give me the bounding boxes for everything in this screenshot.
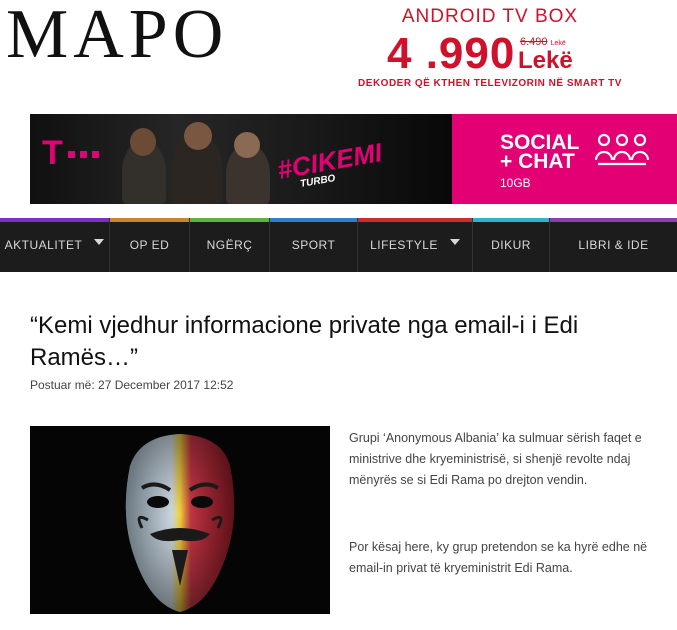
nav-item-ngerc[interactable]: NGËRÇ <box>190 218 270 272</box>
banner-offer-panel: SOCIAL + CHAT 10GB <box>452 114 677 204</box>
nav-item-label: LIFESTYLE <box>370 238 438 252</box>
nav-item-label: LIBRI & IDE <box>578 238 649 252</box>
nav-item-label: SPORT <box>291 238 336 252</box>
offer-line2: + CHAT <box>500 150 575 173</box>
nav-item-sport[interactable]: SPORT <box>270 218 358 272</box>
nav-color-bar <box>110 218 189 222</box>
nav-item-label: NGËRÇ <box>206 238 253 252</box>
ad-subtitle: DEKODER QË KTHEN TELEVIZORIN NË SMART TV <box>358 78 622 89</box>
nav-item-label: DIKUR <box>491 238 531 252</box>
offer-detail: 10GB <box>500 176 531 190</box>
chevron-down-icon <box>449 239 460 245</box>
telekom-dots-icon <box>68 145 108 158</box>
nav-color-bar <box>358 218 472 222</box>
nav-item-libri-ide[interactable]: LIBRI & IDE <box>550 218 677 272</box>
nav-color-bar <box>473 218 549 222</box>
banner-photo: T #CIKEMI TURBO <box>30 114 452 204</box>
nav-item-label: OP ED <box>129 238 170 252</box>
nav-item-op-ed[interactable]: OP ED <box>110 218 190 272</box>
nav-item-dikur[interactable]: DIKUR <box>473 218 550 272</box>
android-tv-box-ad[interactable]: ANDROID TV BOX 4 .990 6.490 Lekë Lekë DE… <box>350 6 630 89</box>
nav-color-bar <box>0 218 109 222</box>
anonymous-mask-image[interactable] <box>30 426 330 614</box>
ad-price: 4 .990 <box>387 29 516 78</box>
telekom-logo-icon: T <box>42 134 63 172</box>
banner-people-image <box>122 122 272 204</box>
article-paragraph: Grupi ‘Anonymous Albania’ ka sulmuar sër… <box>349 431 642 487</box>
article-headline: “Kemi vjedhur informacione private nga e… <box>30 312 579 371</box>
article-posted-date: Postuar më: 27 December 2017 12:52 <box>30 378 234 392</box>
ad-old-price-currency: Lekë <box>550 40 566 47</box>
mask-illustration <box>30 426 330 614</box>
nav-item-aktualitet[interactable]: AKTUALITET <box>0 218 110 272</box>
ad-title: ANDROID TV BOX <box>401 6 579 27</box>
site-logo[interactable]: MAPO <box>6 0 228 70</box>
nav-color-bar <box>270 218 357 222</box>
chevron-down-icon <box>94 239 105 245</box>
nav-color-bar <box>190 218 269 222</box>
ad-price-row: 4 .990 6.490 Lekë Lekë <box>350 32 630 76</box>
nav-item-label: AKTUALITET <box>4 238 83 252</box>
nav-color-bar <box>550 218 677 222</box>
nav-item-lifestyle[interactable]: LIFESTYLE <box>358 218 473 272</box>
telekom-banner-ad[interactable]: T #CIKEMI TURBO SOCIAL + CHAT 10GB <box>30 114 677 204</box>
group-chat-icon <box>594 133 650 166</box>
ad-currency: Lekë <box>518 47 573 74</box>
article-paragraph: Por kësaj here, ky grup pretendon se ka … <box>349 540 648 575</box>
main-navigation: AKTUALITET OP ED NGËRÇ SPORT LIFESTYLE D… <box>0 218 677 272</box>
